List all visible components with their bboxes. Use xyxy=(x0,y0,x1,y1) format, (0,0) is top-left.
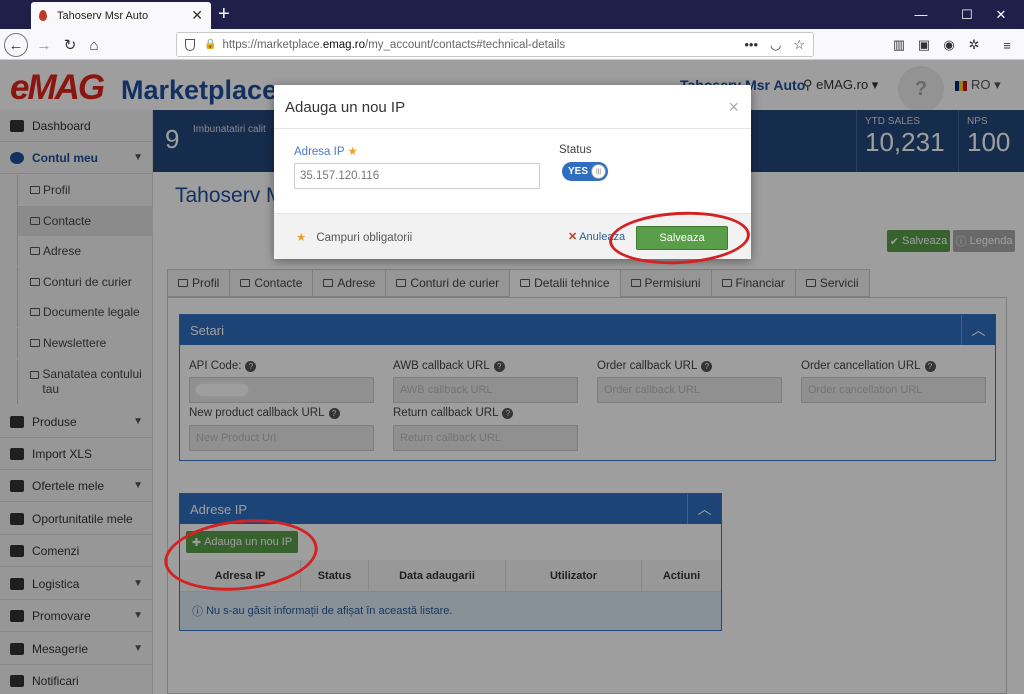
browser-tab[interactable]: Tahoserv Msr Auto ✕ xyxy=(31,2,211,29)
close-window-button[interactable]: ✕ xyxy=(978,0,1024,29)
extension-icon[interactable]: ✲ xyxy=(963,34,985,56)
home-icon[interactable]: ⌂ xyxy=(82,33,106,57)
lock-icon: 🔒 xyxy=(204,39,217,50)
menu-icon[interactable]: ≡ xyxy=(996,34,1018,56)
reload-icon[interactable]: ↻ xyxy=(58,33,82,57)
forward-icon[interactable]: → xyxy=(32,33,56,57)
bookmark-star-icon[interactable]: ☆ xyxy=(793,37,805,53)
library-icon[interactable]: ▥ xyxy=(888,34,910,56)
browser-tab-title: Tahoserv Msr Auto xyxy=(57,9,149,22)
toggle-knob-icon: ||| xyxy=(591,164,606,179)
map-pin-icon xyxy=(39,10,47,21)
minimize-button[interactable]: — xyxy=(898,0,944,29)
browser-toolbar: ← → ↻ ⌂ 🔒 https://marketplace.emag.ro/my… xyxy=(0,29,1024,60)
browser-tabbar: Tahoserv Msr Auto ✕ + — ☐ ✕ xyxy=(0,0,1024,29)
pocket-icon[interactable]: ◡ xyxy=(770,37,781,53)
required-note: ★ Campuri obligatorii xyxy=(296,232,413,244)
back-icon[interactable]: ← xyxy=(4,33,28,57)
url-bar[interactable]: 🔒 https://marketplace.emag.ro/my_account… xyxy=(176,32,814,57)
url-text: https://marketplace.emag.ro/my_account/c… xyxy=(222,38,566,51)
divider xyxy=(274,128,751,129)
close-icon[interactable]: × xyxy=(728,97,739,118)
more-icon[interactable]: ••• xyxy=(744,37,758,52)
x-icon: ✕ xyxy=(568,231,578,243)
new-tab-button[interactable]: + xyxy=(218,3,230,25)
required-star-icon: ★ xyxy=(296,232,307,244)
modal-title: Adauga un nou IP xyxy=(285,99,406,116)
account-icon[interactable]: ◉ xyxy=(938,34,960,56)
ip-address-label: Adresa IP ★ xyxy=(294,146,358,158)
sidebar-icon[interactable]: ▣ xyxy=(913,34,935,56)
close-tab-icon[interactable]: ✕ xyxy=(191,7,203,24)
ip-address-input[interactable]: 35.157.120.116 xyxy=(294,163,540,189)
shield-icon xyxy=(185,38,195,51)
status-label: Status xyxy=(559,144,592,156)
status-toggle[interactable]: YES ||| xyxy=(562,162,608,181)
required-star-icon: ★ xyxy=(347,146,358,158)
